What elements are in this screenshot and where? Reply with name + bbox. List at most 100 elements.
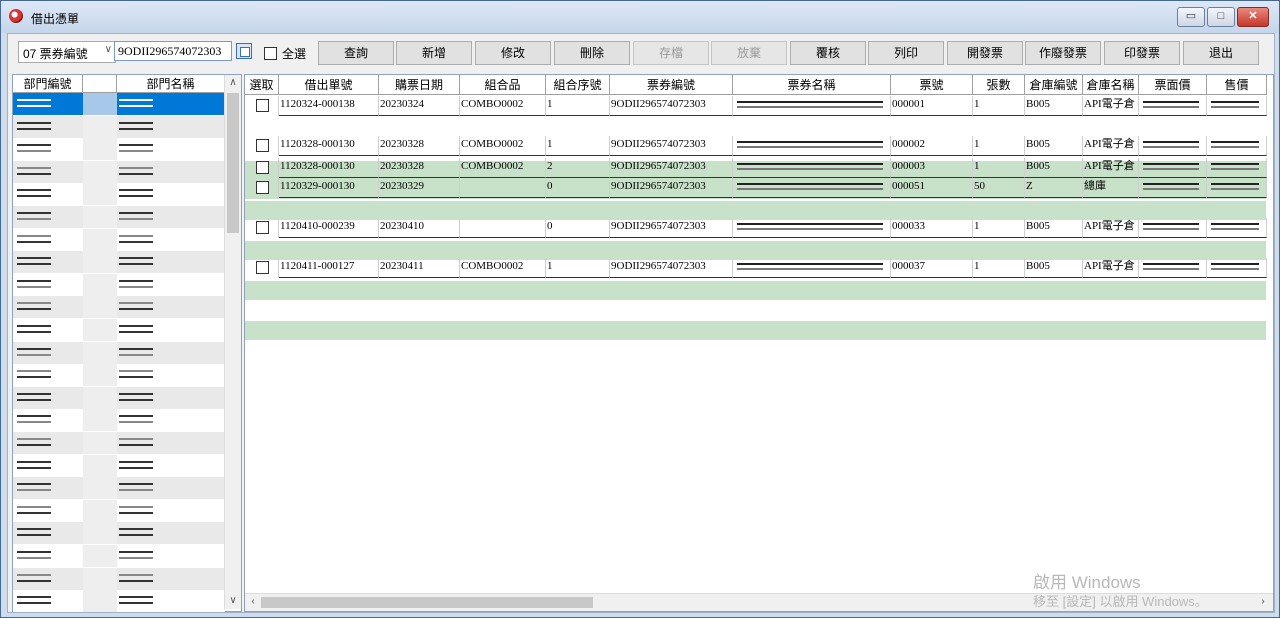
toolbar-button[interactable]: 覆核 <box>790 41 866 65</box>
redaction-bar <box>1143 106 1199 108</box>
redaction-bar <box>1211 146 1259 148</box>
list-item[interactable] <box>13 567 225 590</box>
scroll-thumb[interactable] <box>227 93 239 233</box>
list-item[interactable] <box>13 183 225 206</box>
grid-column-header[interactable]: 票券編號 <box>610 75 733 95</box>
redaction-bar <box>119 489 153 492</box>
list-item[interactable] <box>13 160 225 183</box>
row-select-checkbox-cell[interactable] <box>245 136 279 156</box>
left-vertical-scrollbar[interactable]: ∧ ∨ <box>224 75 241 609</box>
redaction-bar <box>17 596 51 599</box>
grid-column-header[interactable]: 票號 <box>891 75 973 95</box>
toolbar-button[interactable]: 新增 <box>396 41 472 65</box>
grid-column-header[interactable]: 組合品 <box>460 75 546 95</box>
close-button[interactable]: ✕ <box>1237 7 1269 27</box>
list-item[interactable] <box>13 499 225 522</box>
list-item[interactable] <box>13 319 225 341</box>
department-list[interactable]: 部門編號 部門名稱 ∧ ∨ <box>12 74 242 613</box>
redaction-bar <box>17 376 51 379</box>
toolbar-button[interactable]: 存檔 <box>633 41 709 65</box>
row-select-checkbox[interactable] <box>256 261 269 274</box>
grid-column-header[interactable]: 選取 <box>245 75 279 95</box>
row-select-checkbox[interactable] <box>256 139 269 152</box>
scroll-down-icon[interactable]: ∨ <box>225 593 241 609</box>
list-item[interactable] <box>13 138 225 161</box>
column-header-dept-no[interactable]: 部門編號 <box>13 75 83 93</box>
title-bar[interactable]: 借出憑單 ▭ □ ✕ <box>1 1 1279 33</box>
lookup-icon[interactable] <box>236 43 252 59</box>
column-header-dept-name[interactable]: 部門名稱 <box>117 75 225 93</box>
list-item[interactable] <box>13 432 225 454</box>
toolbar-button[interactable]: 列印 <box>868 41 944 65</box>
toolbar-button[interactable]: 刪除 <box>554 41 630 65</box>
scroll-thumb[interactable] <box>261 597 593 608</box>
toolbar-button[interactable]: 作廢發票 <box>1025 41 1101 65</box>
list-item[interactable] <box>13 454 225 477</box>
list-item[interactable] <box>13 364 225 387</box>
toolbar-button[interactable]: 修改 <box>475 41 551 65</box>
list-item[interactable] <box>13 93 225 115</box>
grid-column-header[interactable]: 售價 <box>1207 75 1267 95</box>
row-select-checkbox[interactable] <box>256 161 269 174</box>
grid-column-header[interactable]: 組合序號 <box>546 75 610 95</box>
grid-column-header[interactable]: 票面價 <box>1139 75 1207 95</box>
toolbar-button[interactable]: 退出 <box>1183 41 1259 65</box>
loan-details-grid[interactable]: 選取 借出單號 購票日期 組合品 組合序號 票券編號 票券名稱 票號 張數 倉庫編號 倉庫名稱 票面價… <box>244 74 1274 612</box>
grid-cell-ticket-no: 9ODII296574072303 <box>610 258 733 278</box>
row-select-checkbox-cell[interactable] <box>245 96 279 116</box>
grid-column-header[interactable]: 倉庫編號 <box>1025 75 1083 95</box>
maximize-button[interactable]: □ <box>1207 7 1235 27</box>
grid-column-header[interactable]: 票券名稱 <box>733 75 891 95</box>
dept-name-cell <box>117 364 225 387</box>
redaction-bar <box>1211 188 1259 190</box>
list-item[interactable] <box>13 115 225 138</box>
dept-no-cell <box>13 115 83 138</box>
chevron-down-icon: ∨ <box>104 44 112 55</box>
row-select-checkbox[interactable] <box>256 221 269 234</box>
list-item[interactable] <box>13 522 225 545</box>
dept-no-cell <box>13 432 83 454</box>
row-select-checkbox-cell[interactable] <box>245 158 279 178</box>
toolbar-button[interactable]: 放棄 <box>711 41 787 65</box>
toolbar-button[interactable]: 印發票 <box>1104 41 1180 65</box>
list-item[interactable] <box>13 251 225 274</box>
dept-name-cell <box>117 183 225 206</box>
scroll-right-icon[interactable]: › <box>1255 594 1271 610</box>
toolbar-button[interactable]: 查詢 <box>318 41 394 65</box>
redaction-bar <box>119 466 153 469</box>
grid-column-header[interactable]: 購票日期 <box>379 75 460 95</box>
minimize-button[interactable]: ▭ <box>1177 7 1205 27</box>
list-item[interactable] <box>13 206 225 228</box>
list-item[interactable] <box>13 477 225 500</box>
row-select-checkbox[interactable] <box>256 181 269 194</box>
dept-name-cell <box>117 228 225 251</box>
row-select-checkbox-cell[interactable] <box>245 258 279 278</box>
redaction-bar <box>17 166 51 169</box>
scroll-left-icon[interactable]: ‹ <box>245 594 261 610</box>
dept-no-cell <box>13 341 83 364</box>
toolbar-button[interactable]: 開發票 <box>947 41 1023 65</box>
redaction-bar <box>119 144 153 147</box>
redaction-bar <box>17 308 51 311</box>
list-item[interactable] <box>13 228 225 251</box>
list-item[interactable] <box>13 386 225 409</box>
search-input[interactable] <box>114 41 232 61</box>
list-item[interactable] <box>13 590 225 613</box>
grid-column-header[interactable]: 倉庫名稱 <box>1083 75 1139 95</box>
select-all-checkbox[interactable] <box>264 47 277 60</box>
list-item[interactable] <box>13 273 225 296</box>
grid-column-header[interactable]: 借出單號 <box>279 75 379 95</box>
redaction-bar <box>17 212 51 214</box>
grid-cell-wh-name: API電子倉 <box>1083 158 1139 178</box>
row-select-checkbox[interactable] <box>256 99 269 112</box>
list-item[interactable] <box>13 409 225 432</box>
row-select-checkbox-cell[interactable] <box>245 178 279 198</box>
dept-name-cell <box>117 251 225 274</box>
list-item[interactable] <box>13 341 225 364</box>
row-select-checkbox-cell[interactable] <box>245 218 279 238</box>
scroll-up-icon[interactable]: ∧ <box>225 75 241 91</box>
list-item[interactable] <box>13 545 225 567</box>
list-item[interactable] <box>13 296 225 319</box>
grid-column-header[interactable]: 張數 <box>973 75 1025 95</box>
search-field-select[interactable]: 07 票券編號 ∨ <box>18 41 116 63</box>
